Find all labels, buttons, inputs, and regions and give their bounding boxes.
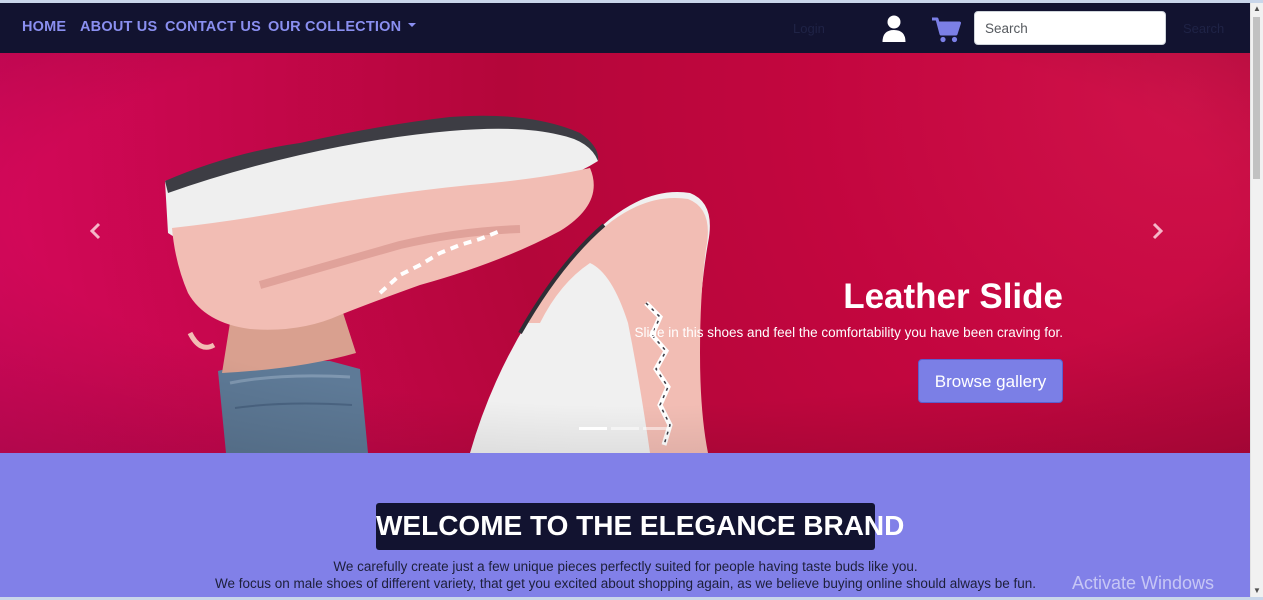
scrollbar-thumb[interactable] xyxy=(1253,17,1260,179)
nav-home-link[interactable]: HOME xyxy=(22,19,66,35)
page-viewport: HOME ABOUT US CONTACT US OUR COLLECTION … xyxy=(0,3,1251,597)
user-icon[interactable] xyxy=(882,15,906,43)
scroll-down-icon[interactable]: ▼ xyxy=(1251,585,1263,597)
nav-collection-label: OUR COLLECTION xyxy=(268,19,402,35)
chevron-down-icon xyxy=(408,23,417,28)
sneakers-photo xyxy=(0,53,1251,453)
carousel-prev-icon[interactable] xyxy=(86,221,106,241)
welcome-section: WELCOME TO THE ELEGANCE BRAND We careful… xyxy=(0,453,1251,597)
search-input[interactable] xyxy=(974,11,1166,45)
hero-carousel: Leather Slide Slide in this shoes and fe… xyxy=(0,53,1251,453)
nav-collection-dropdown[interactable]: OUR COLLECTION xyxy=(268,19,417,35)
carousel-indicator[interactable] xyxy=(643,427,671,430)
search-button[interactable]: Search xyxy=(1183,21,1224,36)
welcome-text-line-2: We focus on male shoes of different vari… xyxy=(214,576,1037,591)
caption-text: Slide in this shoes and feel the comfort… xyxy=(634,325,1064,340)
welcome-title: WELCOME TO THE ELEGANCE BRAND xyxy=(376,503,904,550)
carousel-indicator[interactable] xyxy=(579,427,607,430)
shopping-cart-icon[interactable] xyxy=(931,17,961,43)
login-link[interactable]: Login xyxy=(793,21,825,36)
nav-about-link[interactable]: ABOUT US xyxy=(80,19,157,35)
vertical-scrollbar[interactable]: ▲ ▼ xyxy=(1250,3,1263,597)
carousel-indicator[interactable] xyxy=(611,427,639,430)
navbar: HOME ABOUT US CONTACT US OUR COLLECTION … xyxy=(0,3,1251,53)
welcome-text-line-1: We carefully create just a few unique pi… xyxy=(333,559,918,574)
nav-contact-link[interactable]: CONTACT US xyxy=(165,19,261,35)
browse-gallery-button[interactable]: Browse gallery xyxy=(918,359,1063,403)
caption-title: Leather Slide xyxy=(843,277,1063,316)
activate-windows-watermark: Activate Windows xyxy=(1072,573,1215,593)
carousel-next-icon[interactable] xyxy=(1147,221,1167,241)
scroll-up-icon[interactable]: ▲ xyxy=(1251,3,1263,15)
carousel-caption: Leather Slide Slide in this shoes and fe… xyxy=(635,275,1064,340)
